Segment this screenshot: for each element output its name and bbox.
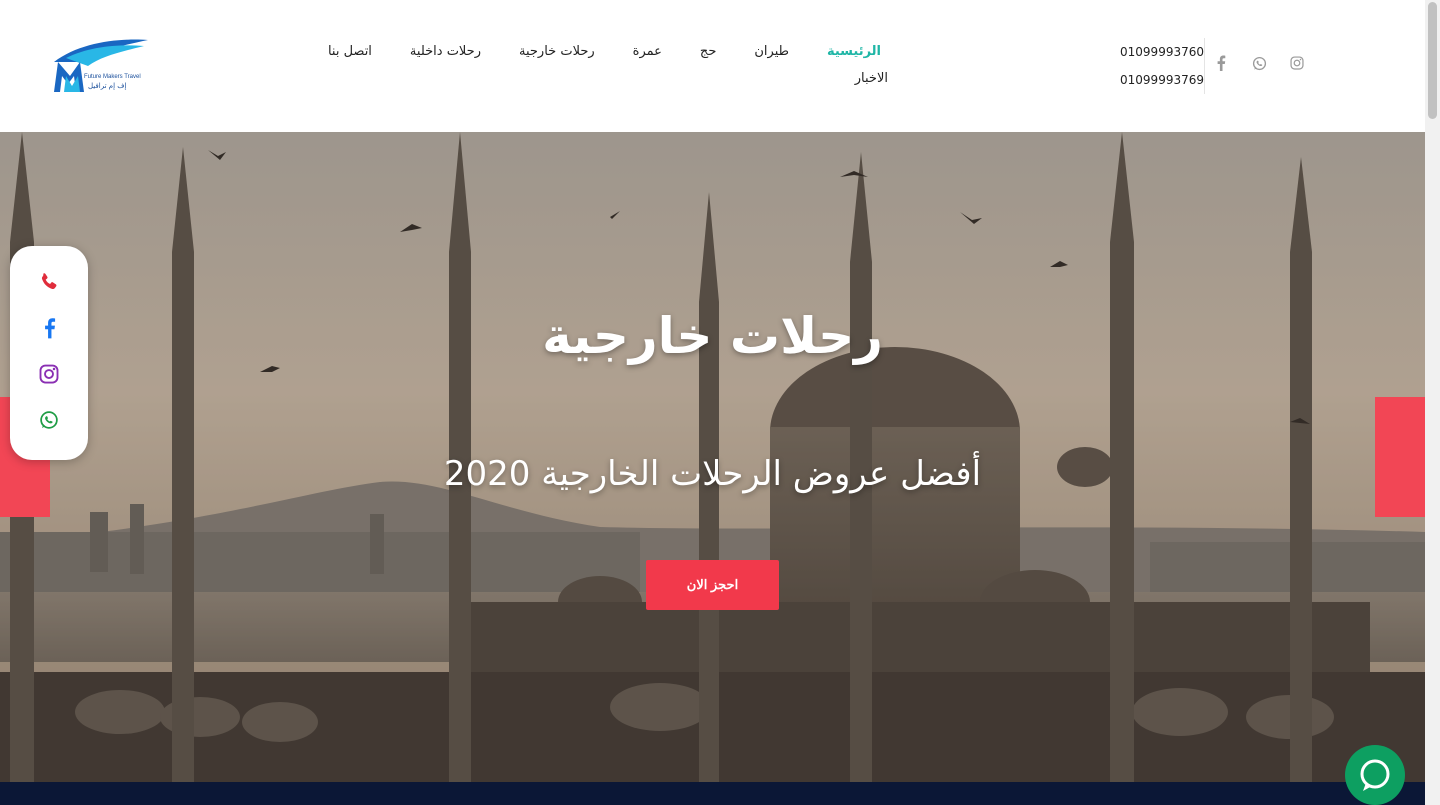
hero-title: رحلات خارجية	[542, 307, 883, 365]
phone-number-2[interactable]: 01099993769	[1100, 66, 1204, 94]
chat-bubble-icon	[1360, 759, 1390, 791]
logo-text-en: Future Makers Travel	[84, 74, 141, 80]
nav-item-domestic-trips[interactable]: رحلات داخلية	[391, 40, 500, 63]
whatsapp-icon[interactable]	[1250, 54, 1268, 72]
hero-banner: رحلات خارجية أفضل عروض الرحلات الخارجية …	[0, 132, 1425, 782]
nav-item-home[interactable]: الرئيسية	[808, 40, 900, 63]
phone-icon[interactable]	[37, 270, 61, 294]
nav-row-secondary: الاخبار	[320, 67, 900, 90]
phone-number-1[interactable]: 01099993760	[1100, 38, 1204, 66]
nav-item-international-trips[interactable]: رحلات خارجية	[500, 40, 614, 63]
header-social-links	[1212, 54, 1306, 72]
footer-strip	[0, 782, 1425, 805]
page: Future Makers Travel إف إم ترافيل الرئيس…	[0, 0, 1425, 805]
main-nav: الرئيسية طيران حج عمرة رحلات خارجية رحلا…	[320, 40, 900, 90]
scrollbar-thumb[interactable]	[1428, 2, 1437, 119]
site-logo[interactable]: Future Makers Travel إف إم ترافيل	[50, 36, 154, 94]
nav-item-umrah[interactable]: عمرة	[614, 40, 681, 63]
header-divider	[1204, 38, 1205, 94]
nav-item-news[interactable]: الاخبار	[836, 67, 900, 90]
nav-item-contact-us[interactable]: اتصل بنا	[309, 40, 391, 63]
contact-phones: 01099993760 01099993769	[1100, 38, 1204, 94]
nav-item-hajj[interactable]: حج	[681, 40, 735, 63]
facebook-icon[interactable]	[37, 316, 61, 340]
chat-widget-button[interactable]	[1345, 745, 1405, 805]
nav-row-primary: الرئيسية طيران حج عمرة رحلات خارجية رحلا…	[320, 40, 900, 63]
nav-item-flights[interactable]: طيران	[735, 40, 808, 63]
page-scrollbar[interactable]	[1425, 0, 1440, 805]
slider-next-tab[interactable]	[1375, 397, 1425, 517]
book-now-button[interactable]: احجز الان	[646, 560, 779, 610]
logo-text-ar: إف إم ترافيل	[88, 82, 127, 90]
facebook-icon[interactable]	[1212, 54, 1230, 72]
instagram-icon[interactable]	[1288, 54, 1306, 72]
instagram-icon[interactable]	[37, 362, 61, 386]
whatsapp-icon[interactable]	[37, 408, 61, 432]
hero-subtitle: أفضل عروض الرحلات الخارجية 2020	[443, 454, 982, 494]
site-header: Future Makers Travel إف إم ترافيل الرئيس…	[0, 0, 1425, 132]
floating-social-bar	[10, 246, 88, 460]
